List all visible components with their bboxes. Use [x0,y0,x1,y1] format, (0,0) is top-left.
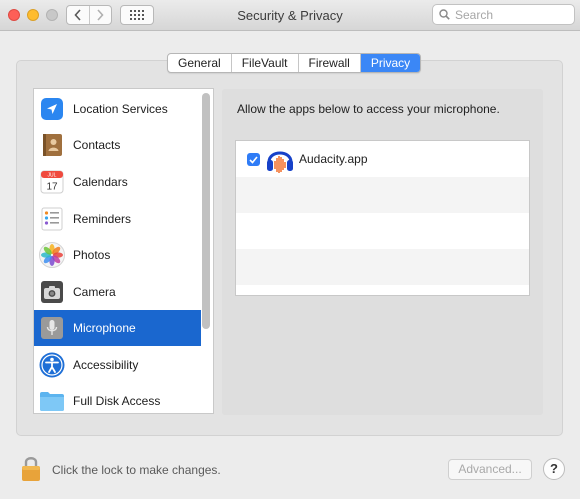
camera-icon [39,279,65,305]
checkmark-icon [249,155,258,164]
zoom-window-button[interactable] [46,9,58,21]
tab-privacy[interactable]: Privacy [359,54,421,72]
back-forward-group [66,5,112,25]
title-bar: Security & Privacy [0,0,580,31]
app-row-empty [236,213,529,249]
photos-flower-icon [39,242,65,268]
chevron-right-icon [97,9,104,21]
help-button[interactable]: ? [543,458,565,480]
sidebar-item-label: Photos [73,248,111,262]
sidebar-item-contacts[interactable]: Contacts [34,127,201,163]
sidebar-item-microphone[interactable]: Microphone [34,310,201,346]
sidebar-item-reminders[interactable]: Reminders [34,201,201,237]
accessibility-person-icon [39,352,65,378]
sidebar-item-label: Calendars [73,175,128,189]
microphone-icon [39,315,65,341]
advanced-button[interactable]: Advanced... [448,459,532,480]
app-name: Audacity.app [299,152,368,166]
sidebar-item-label: Contacts [73,138,121,152]
app-row-audacity[interactable]: Audacity.app [236,141,529,177]
tab-firewall[interactable]: Firewall [297,54,360,72]
privacy-category-list: Location Services Contacts JUL 17 Calend… [33,88,214,414]
access-prompt: Allow the apps below to access your micr… [237,102,500,116]
lock-icon[interactable] [20,454,42,482]
chevron-left-icon [74,9,81,21]
sidebar-item-label: Location Services [73,102,168,116]
sidebar-item-camera[interactable]: Camera [34,274,201,310]
app-list: Audacity.app [235,140,530,296]
sidebar-item-location-services[interactable]: Location Services [34,91,201,127]
location-arrow-icon [39,96,65,122]
close-window-button[interactable] [8,9,20,21]
search-input[interactable] [455,7,565,22]
lock-instruction: Click the lock to make changes. [52,463,221,477]
sidebar-item-label: Full Disk Access [73,394,161,408]
grid-icon [130,10,144,20]
sidebar-item-photos[interactable]: Photos [34,237,201,273]
sidebar-item-label: Camera [73,285,116,299]
app-permission-checkbox[interactable] [247,153,260,166]
app-row-empty [236,177,529,213]
sidebar-item-calendars[interactable]: JUL 17 Calendars [34,164,201,200]
tab-general[interactable]: General [168,54,231,72]
window-title: Security & Privacy [237,8,343,23]
back-button[interactable] [67,6,89,24]
tab-filevault[interactable]: FileVault [230,54,298,72]
folder-icon [39,388,65,413]
minimize-window-button[interactable] [27,9,39,21]
audacity-headphones-icon [267,151,293,173]
show-all-button[interactable] [120,5,154,25]
sidebar-item-accessibility[interactable]: Accessibility [34,347,201,383]
sidebar-item-label: Accessibility [73,358,139,372]
forward-button[interactable] [88,6,112,24]
sidebar-item-full-disk-access[interactable]: Full Disk Access [34,383,201,413]
sidebar-item-label: Microphone [73,321,136,335]
search-field[interactable] [432,4,575,25]
calendar-day-label: 17 [46,182,58,193]
sidebar-item-label: Reminders [73,212,132,226]
calendar-month-label: JUL [48,173,57,179]
app-row-empty [236,249,529,285]
calendar-icon: JUL 17 [39,169,65,195]
contacts-book-icon [39,132,65,158]
reminders-list-icon [39,206,65,232]
search-icon [439,9,450,20]
tab-bar: General FileVault Firewall Privacy [167,53,422,73]
sidebar-scrollbar[interactable] [202,93,210,329]
